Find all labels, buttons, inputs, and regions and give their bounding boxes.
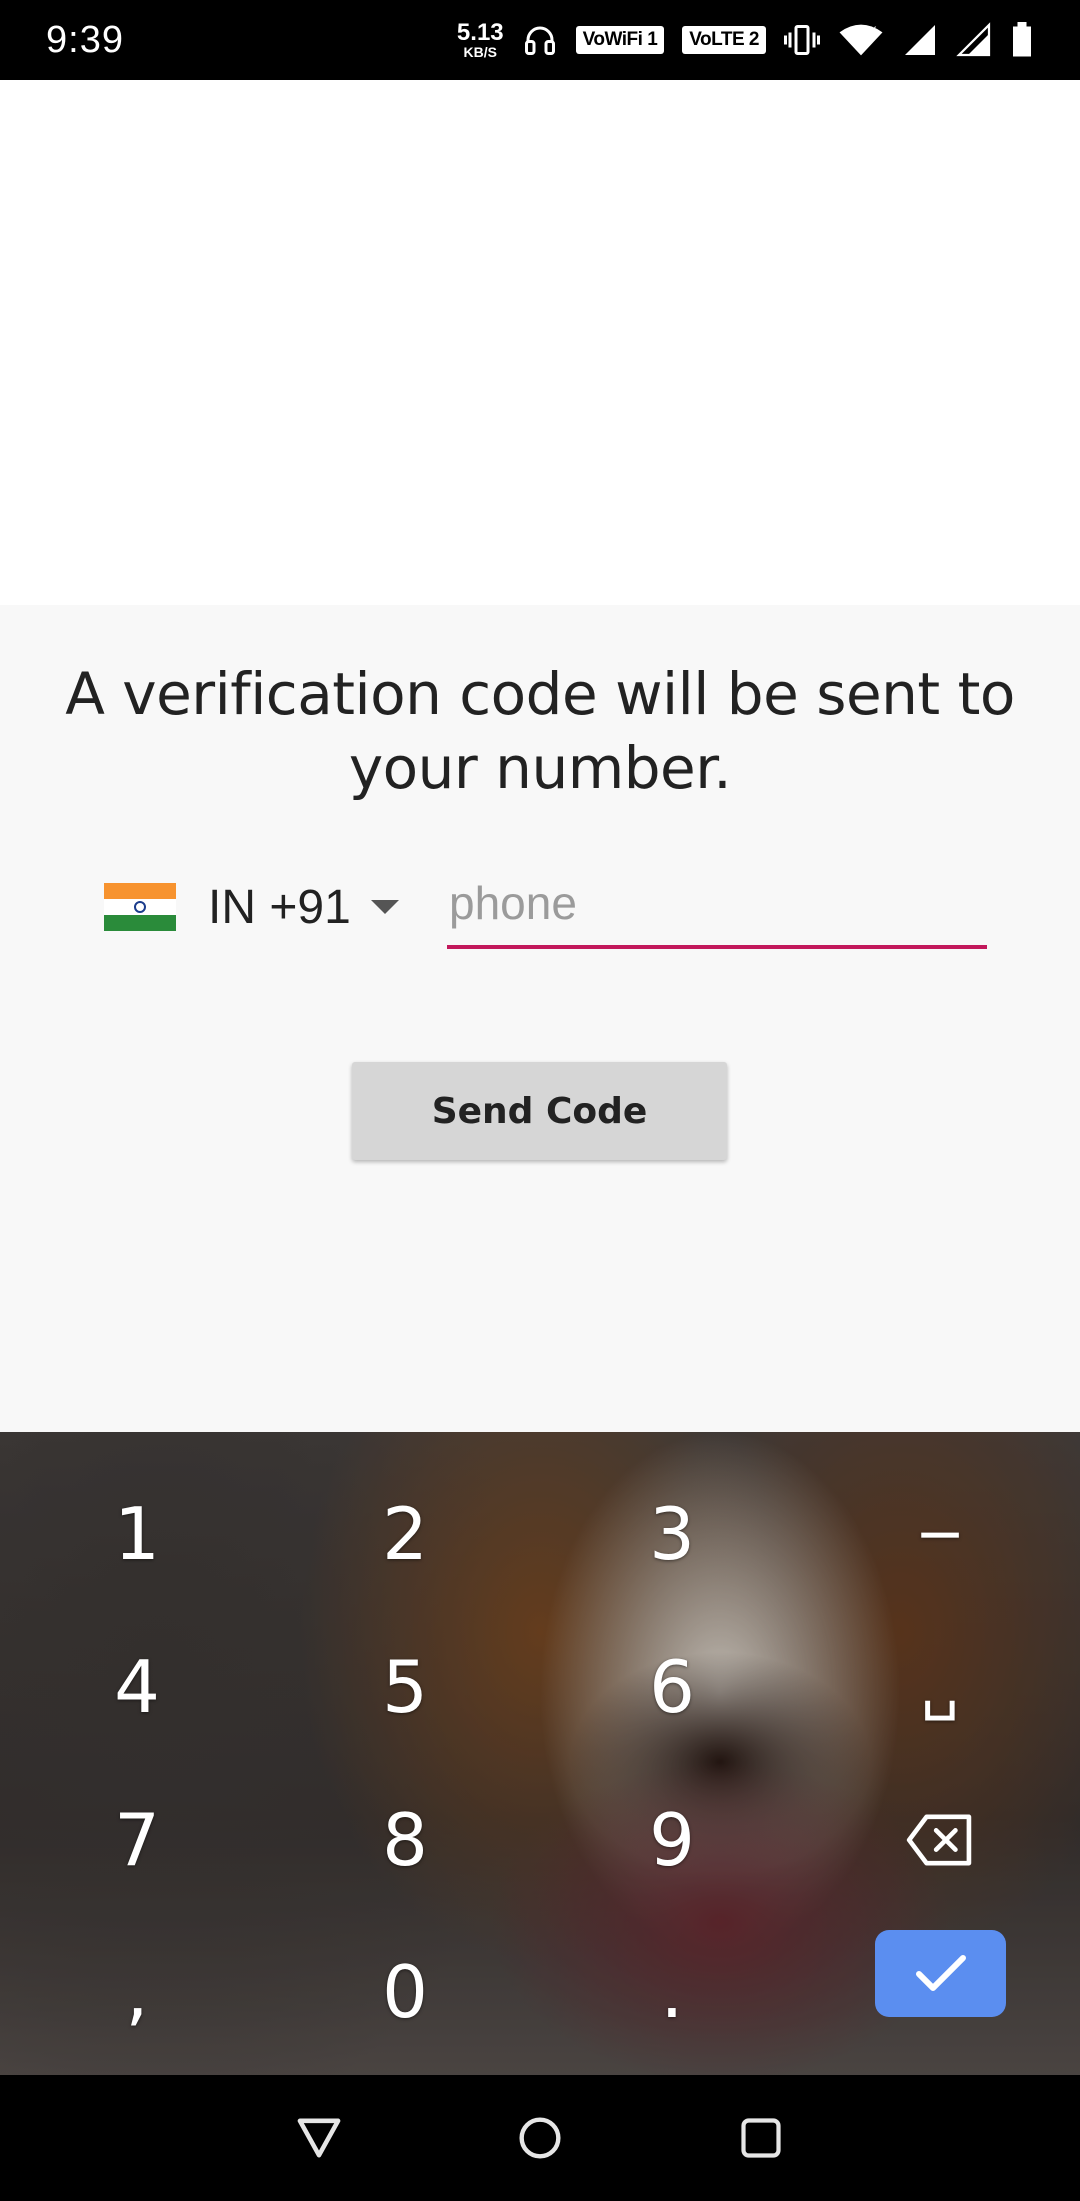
country-code-label: IN +91	[208, 880, 351, 934]
verification-panel: A verification code will be sent to your…	[0, 605, 1080, 1432]
net-speed-value: 5.13	[456, 19, 504, 46]
net-speed: 5.13 KB/S	[456, 19, 504, 60]
headphones-icon	[524, 26, 555, 55]
signal-2-icon	[956, 22, 991, 57]
key-0[interactable]: 0	[305, 1922, 505, 2062]
enter-key[interactable]	[875, 1930, 1006, 2017]
svg-text:x: x	[870, 22, 876, 35]
status-time: 9:39	[46, 18, 124, 61]
navigation-bar	[0, 2075, 1080, 2201]
checkmark-icon	[915, 1954, 966, 1991]
key-space[interactable]: ␣	[840, 1617, 1040, 1757]
key-minus[interactable]: −	[840, 1464, 1040, 1604]
backspace-icon	[906, 1814, 972, 1866]
key-2[interactable]: 2	[305, 1464, 505, 1604]
key-8[interactable]: 8	[305, 1770, 505, 1910]
wifi-icon: x	[839, 22, 883, 56]
phone-input[interactable]	[447, 867, 987, 949]
dropdown-caret-icon	[370, 900, 399, 914]
key-7[interactable]: 7	[37, 1770, 237, 1910]
key-4[interactable]: 4	[37, 1617, 237, 1757]
status-bar: 9:39 5.13 KB/S VoWiFi 1 VoLTE 2 x	[0, 0, 1080, 80]
vowifi-badge: VoWiFi 1	[575, 26, 665, 54]
key-3[interactable]: 3	[572, 1464, 772, 1604]
nav-recents-button[interactable]	[726, 2103, 796, 2173]
battery-icon	[1013, 22, 1031, 57]
key-1[interactable]: 1	[37, 1464, 237, 1604]
key-comma[interactable]: ,	[37, 1922, 237, 2062]
top-banner	[0, 80, 1080, 605]
home-icon	[519, 2117, 561, 2159]
key-9[interactable]: 9	[572, 1770, 772, 1910]
nav-home-button[interactable]	[505, 2103, 575, 2173]
volte-badge: VoLTE 2	[682, 26, 766, 54]
numeric-keyboard: 1 2 3 − 4 5 6 ␣ 7 8 9 , 0 .	[0, 1432, 1080, 2075]
signal-icon	[905, 25, 935, 55]
verification-message: A verification code will be sent to your…	[65, 660, 1015, 802]
key-6[interactable]: 6	[572, 1617, 772, 1757]
back-icon	[297, 2118, 341, 2158]
recents-icon	[741, 2118, 781, 2158]
nav-back-button[interactable]	[284, 2103, 354, 2173]
country-code-picker[interactable]: IN +91	[104, 867, 399, 947]
vibrate-icon	[784, 25, 820, 55]
status-icons: 5.13 KB/S VoWiFi 1 VoLTE 2 x	[457, 21, 1034, 59]
india-flag-icon	[104, 883, 176, 931]
send-code-button[interactable]: Send Code	[352, 1062, 727, 1160]
key-5[interactable]: 5	[305, 1617, 505, 1757]
key-period[interactable]: .	[572, 1922, 772, 2062]
net-speed-unit: KB/S	[463, 44, 497, 60]
backspace-key[interactable]	[840, 1770, 1040, 1910]
